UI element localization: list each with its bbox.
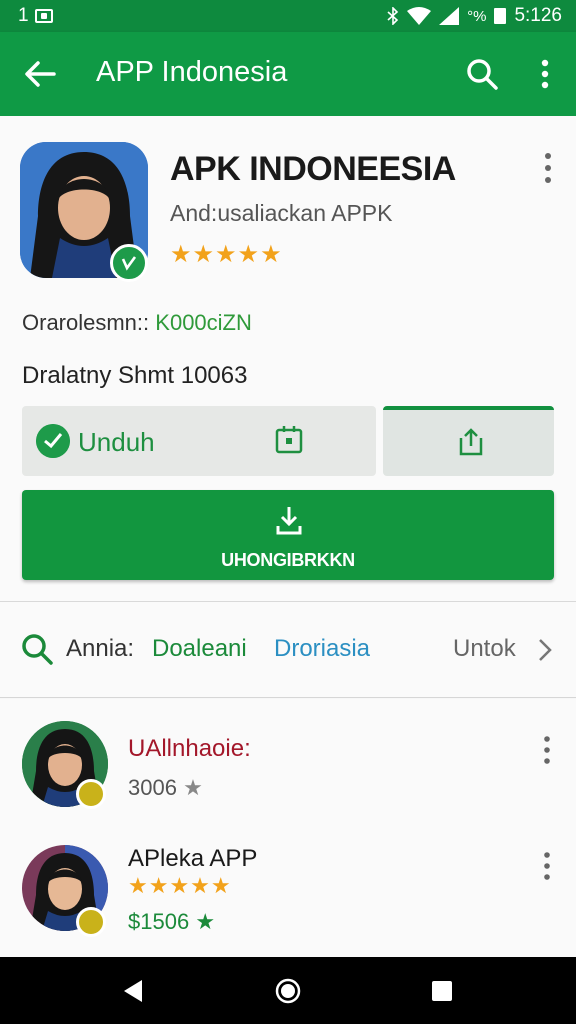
- unduh-button[interactable]: Unduh: [22, 406, 376, 476]
- signal-icon: [439, 7, 460, 25]
- share-icon: [459, 428, 483, 456]
- battery-percent: °%: [467, 7, 487, 25]
- item-badge: [76, 779, 106, 809]
- back-arrow-icon[interactable]: [20, 54, 60, 94]
- install-button[interactable]: UHONGIBRKKN: [22, 490, 554, 580]
- status-bar: 1 °% 5:126: [0, 0, 576, 32]
- bluetooth-icon: [387, 7, 399, 25]
- nav-back-icon[interactable]: [120, 977, 148, 1005]
- rating-stars: ★★★★★: [170, 241, 283, 268]
- search-term-2[interactable]: Droriasia: [274, 635, 370, 663]
- meta-label: Orarolesmn::: [22, 310, 150, 335]
- star-icon: ★: [183, 775, 203, 800]
- share-button[interactable]: [383, 406, 554, 476]
- app-developer: And:usaliackan APPK: [170, 200, 393, 226]
- nav-recents-icon[interactable]: [428, 977, 456, 1005]
- app-header-card: APK INDONEESIA And:usaliackan APPK ★★★★★…: [0, 116, 576, 602]
- install-label: UHONGIBRKKN: [221, 550, 355, 570]
- battery-icon: [494, 8, 507, 24]
- item-badge: [76, 907, 106, 937]
- search-icon: [22, 634, 53, 665]
- more-vert-icon[interactable]: [538, 735, 556, 765]
- list-item-sub: $1506 ★: [128, 909, 215, 935]
- list-item-name: APleka APP: [128, 845, 258, 872]
- search-suggestions-row[interactable]: Annia: Doaleani Droriasia Untok: [0, 602, 576, 698]
- more-vert-icon[interactable]: [538, 150, 558, 186]
- status-time: 5:126: [514, 5, 562, 26]
- more-vert-icon[interactable]: [530, 54, 560, 94]
- list-item-sub: 3006 ★: [128, 775, 203, 801]
- verified-badge: [110, 244, 148, 282]
- notification-icon: [34, 9, 53, 23]
- list-item-count: 3006: [128, 775, 177, 800]
- app-title: APK INDONEESIA: [170, 150, 456, 188]
- search-more-link[interactable]: Untok: [453, 635, 516, 663]
- rating-stars: ★★★★★: [128, 873, 232, 898]
- calendar-icon[interactable]: [274, 424, 304, 456]
- app-meta-line: Orarolesmn:: K000ciZN: [22, 310, 252, 336]
- list-item[interactable]: APleka APP ★★★★★ $1506 ★: [0, 837, 576, 957]
- list-item-name: UAllnhaoie:: [128, 735, 251, 762]
- meta-value: K000ciZN: [155, 310, 252, 335]
- list-item-price: $1506: [128, 909, 190, 934]
- chevron-right-icon[interactable]: [536, 636, 554, 664]
- app-bar-title: APP Indonesia: [96, 56, 288, 88]
- search-term-1[interactable]: Doaleani: [152, 635, 247, 663]
- status-left-text: 1: [18, 5, 29, 26]
- wifi-icon: [407, 7, 432, 25]
- chat-icon: [36, 424, 70, 458]
- app-bar: APP Indonesia: [0, 32, 576, 116]
- more-vert-icon[interactable]: [538, 851, 556, 881]
- star-icon: ★: [195, 909, 216, 934]
- search-prefix: Annia:: [66, 635, 135, 662]
- search-icon[interactable]: [462, 54, 502, 94]
- list-item[interactable]: UAllnhaoie: 3006 ★: [0, 717, 576, 837]
- download-icon: [276, 507, 302, 535]
- app-meta-line-2: Dralatny Shmt 10063: [22, 362, 248, 389]
- unduh-label: Unduh: [78, 427, 155, 457]
- system-nav-bar: [0, 957, 576, 1024]
- app-list: UAllnhaoie: 3006 ★ APleka APP ★★★★★ $150…: [0, 699, 576, 957]
- nav-home-icon[interactable]: [274, 977, 302, 1005]
